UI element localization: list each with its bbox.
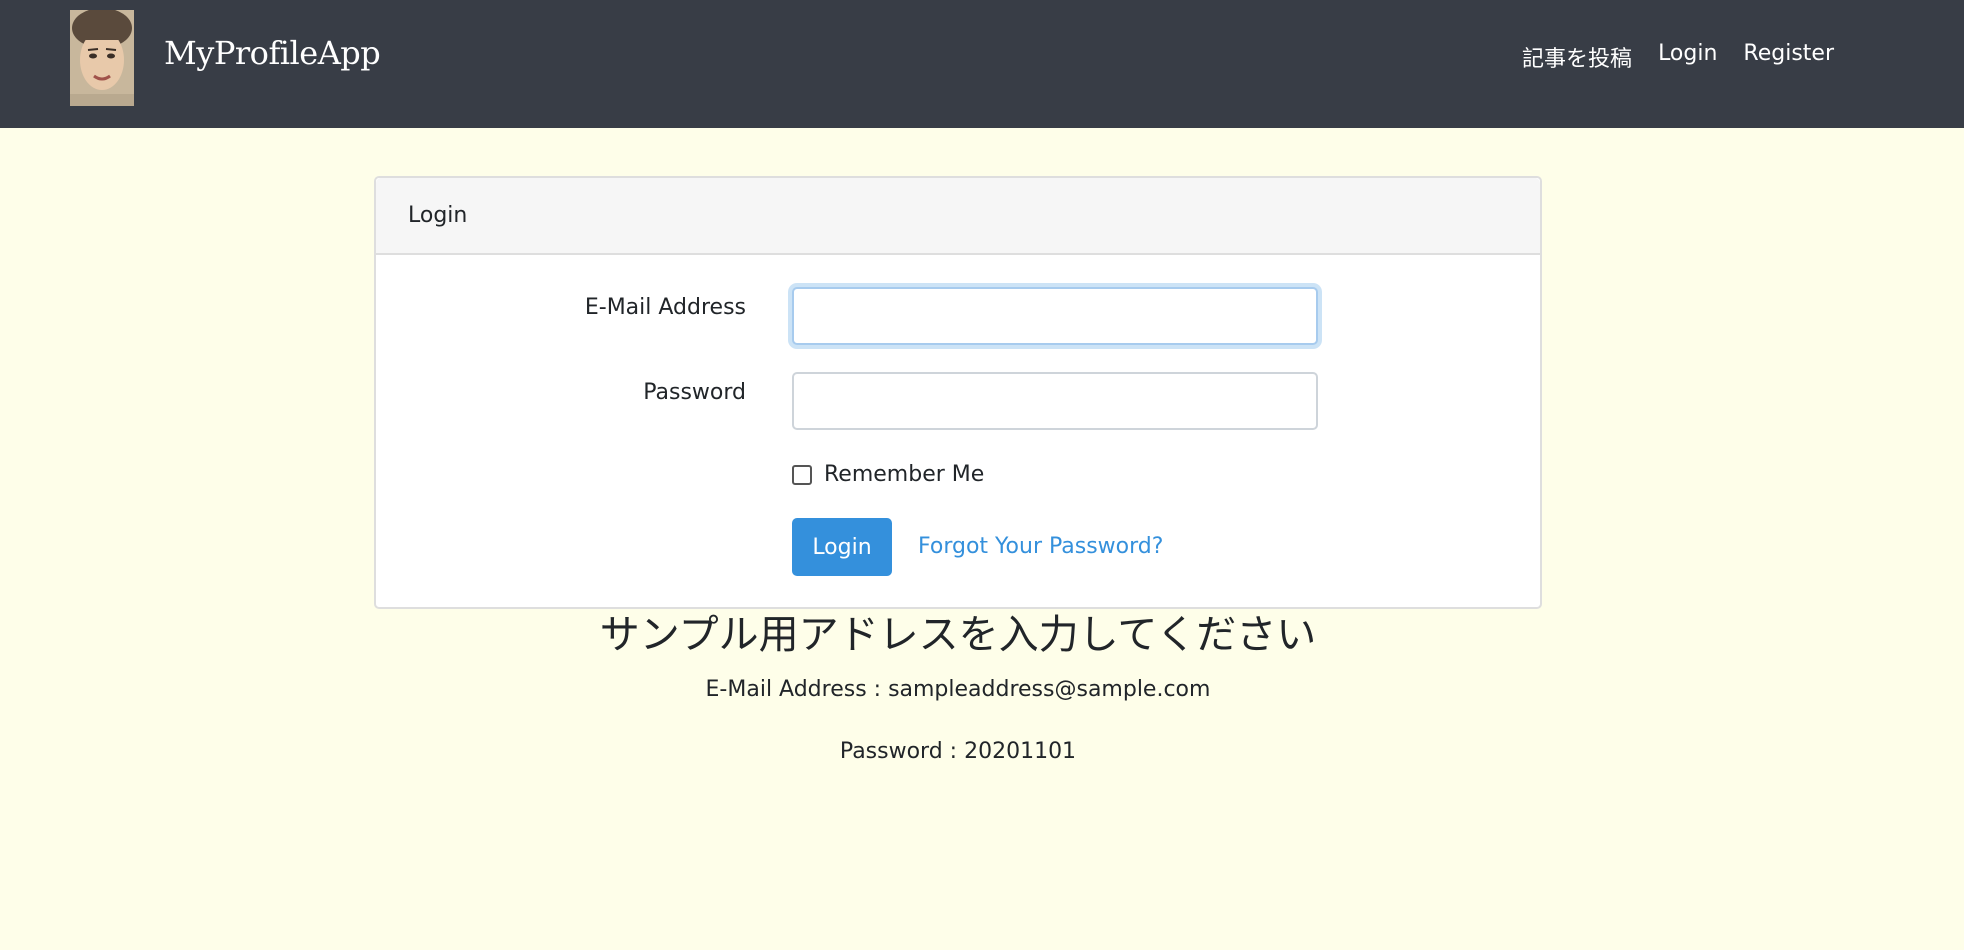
login-button[interactable]: Login: [792, 518, 892, 576]
nav-links: 記事を投稿 Login Register: [1522, 41, 1834, 73]
brand-name[interactable]: MyProfileApp: [164, 34, 381, 72]
nav-link-register[interactable]: Register: [1743, 41, 1834, 73]
nav-link-login[interactable]: Login: [1658, 41, 1717, 73]
remember-me-row: Remember Me: [792, 462, 984, 487]
login-card: Login E-Mail Address Password Remember M…: [374, 176, 1542, 609]
top-navbar: MyProfileApp 記事を投稿 Login Register: [0, 0, 1964, 128]
avatar[interactable]: [70, 10, 134, 106]
remember-me-checkbox[interactable]: [792, 464, 812, 485]
sample-password-text: Password : 20201101: [839, 739, 1077, 764]
sample-heading: サンプル用アドレスを入力してください: [599, 612, 1317, 658]
sample-email-text: E-Mail Address : sampleaddress@sample.co…: [705, 677, 1211, 702]
email-label: E-Mail Address: [584, 295, 746, 320]
password-field[interactable]: [792, 372, 1318, 430]
forgot-password-link[interactable]: Forgot Your Password?: [918, 534, 1163, 559]
nav-link-post-article[interactable]: 記事を投稿: [1522, 41, 1632, 73]
login-card-header: Login: [376, 178, 1540, 255]
email-field[interactable]: [792, 287, 1318, 345]
remember-me-label[interactable]: Remember Me: [824, 462, 984, 487]
password-label: Password: [643, 380, 746, 405]
